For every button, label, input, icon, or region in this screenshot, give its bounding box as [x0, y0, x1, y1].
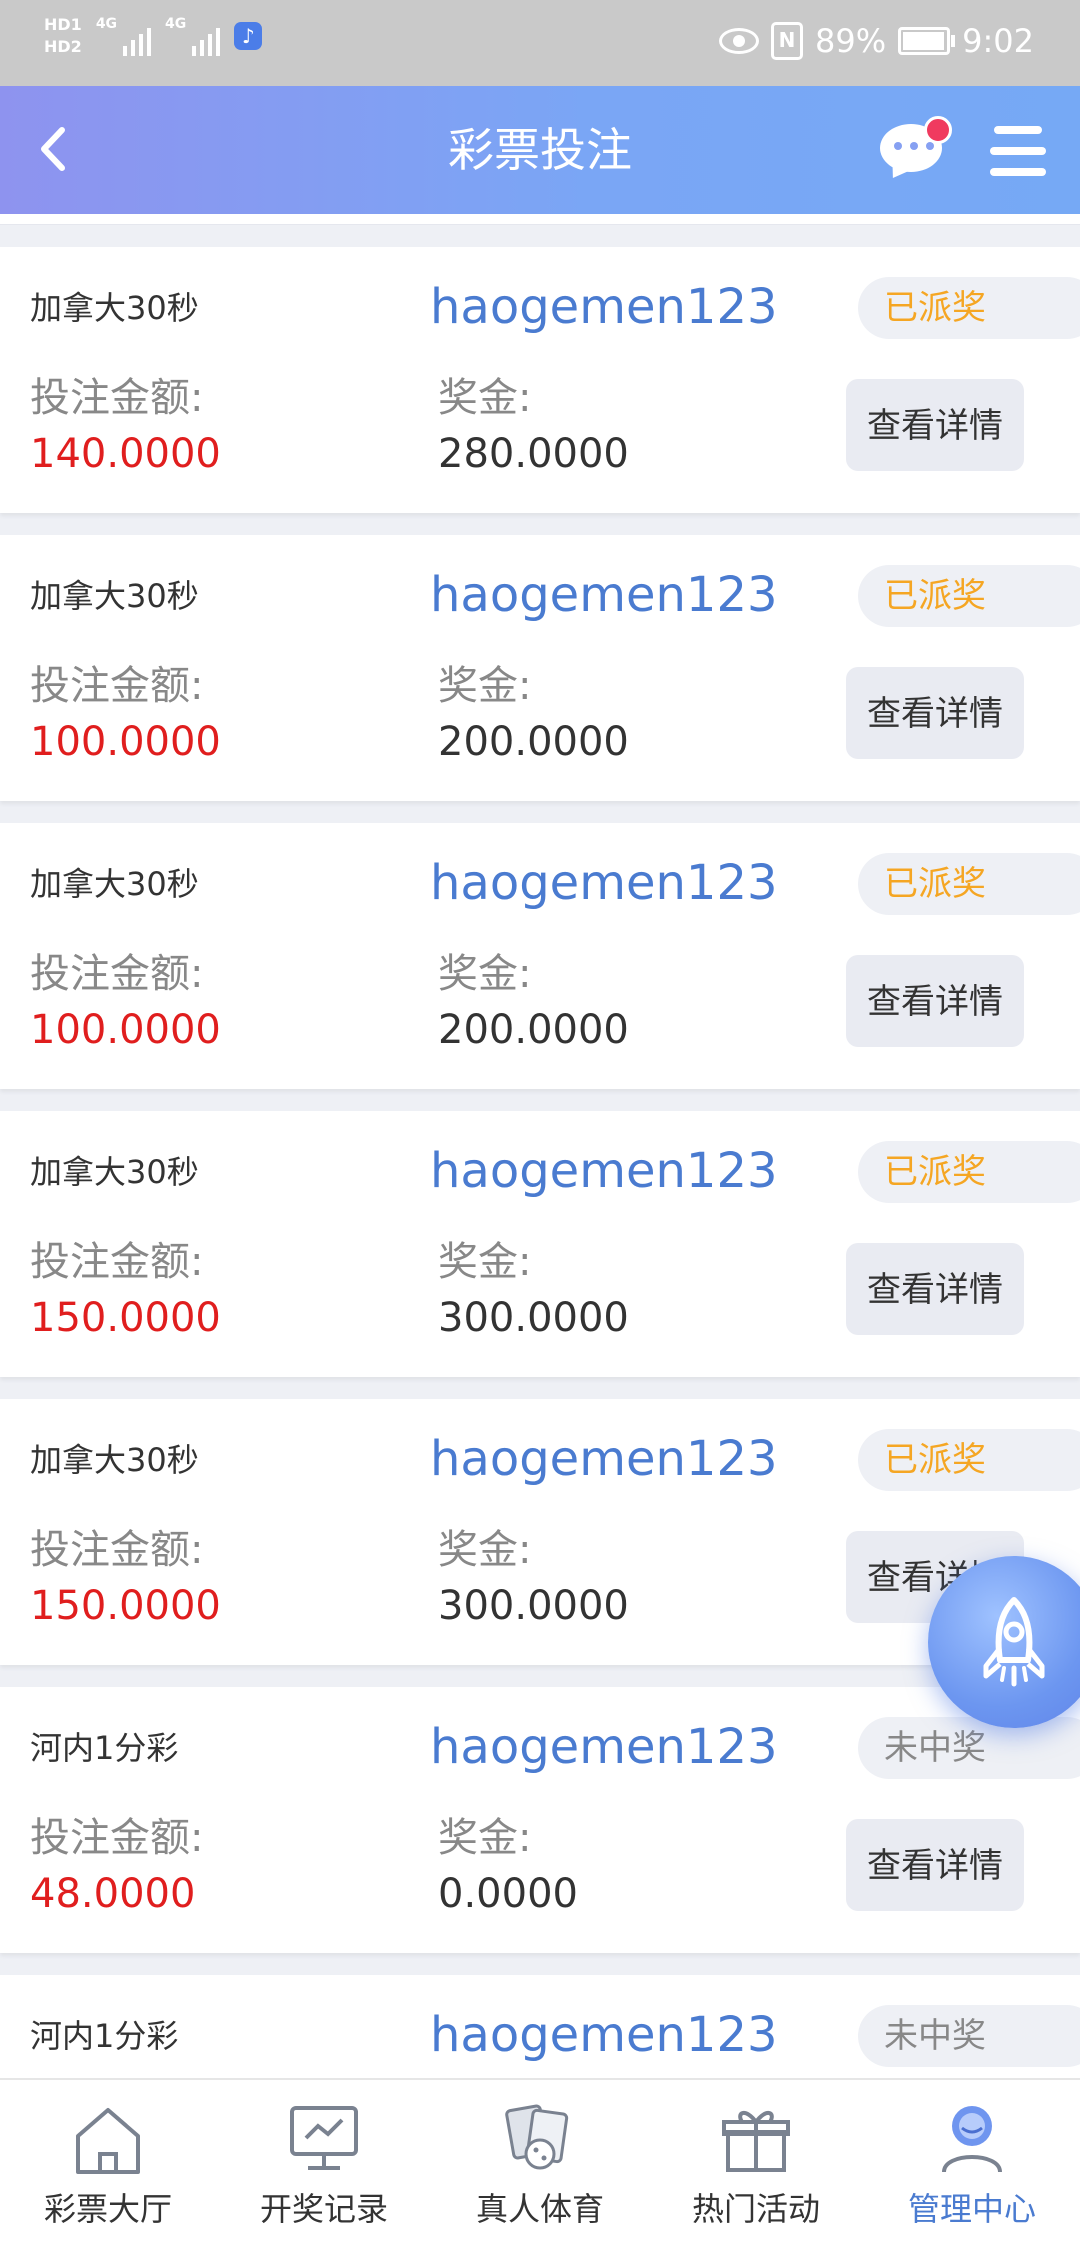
- eye-comfort-icon: [719, 28, 760, 54]
- lottery-name: 加拿大30秒: [30, 577, 199, 615]
- nav-lottery-hall[interactable]: 彩票大厅: [0, 2080, 216, 2246]
- bet-amount-value: 100.0000: [30, 1007, 221, 1053]
- rocket-icon: [983, 1597, 1045, 1687]
- status-badge: 已派奖: [858, 853, 1080, 915]
- bottom-nav: 彩票大厅 开奖记录 真人体育 热门活动 管理中心: [0, 2078, 1080, 2246]
- lottery-name: 加拿大30秒: [30, 289, 199, 327]
- view-details-button[interactable]: 查看详情: [846, 955, 1024, 1047]
- status-badge: 已派奖: [858, 565, 1080, 627]
- nav-hot-events[interactable]: 热门活动: [648, 2080, 864, 2246]
- nav-live-sports[interactable]: 真人体育: [432, 2080, 648, 2246]
- bet-card: 河内1分彩haogemen123未中奖投注金额:奖金:查看详情: [0, 1975, 1080, 2078]
- lottery-name: 加拿大30秒: [30, 1441, 199, 1479]
- status-bar: HD1 HD2 4G 4G ♪ N 89% 9:02: [0, 0, 1080, 86]
- bet-amount-value: 140.0000: [30, 431, 221, 477]
- bet-amount-value: 100.0000: [30, 719, 221, 765]
- nav-draw-history[interactable]: 开奖记录: [216, 2080, 432, 2246]
- bet-card: 加拿大30秒 haogemen123 已派奖投注金额: 100.0000 奖金: 200.…: [0, 535, 1080, 801]
- scroll-top-button[interactable]: [928, 1556, 1080, 1728]
- username: haogemen123: [430, 2007, 778, 2063]
- battery-icon: [898, 27, 956, 55]
- bet-amount-label: 投注金额:: [30, 1527, 204, 1573]
- prize-label: 奖金:: [438, 1527, 532, 1573]
- prize-value: 200.0000: [438, 719, 629, 765]
- username: haogemen123: [430, 1431, 778, 1487]
- nav-label: 开奖记录: [259, 2190, 388, 2228]
- bet-card: 加拿大30秒 haogemen123 已派奖投注金额: 140.0000 奖金: 280.…: [0, 247, 1080, 513]
- bet-amount-value: 150.0000: [30, 1295, 221, 1341]
- prize-value: 300.0000: [438, 1583, 629, 1629]
- nav-label: 真人体育: [475, 2190, 604, 2228]
- lottery-name: 加拿大30秒: [30, 1153, 199, 1191]
- nav-label: 管理中心: [907, 2190, 1036, 2228]
- bet-card: 加拿大30秒 haogemen123 已派奖投注金额: 150.0000 奖金: 300.…: [0, 1399, 1080, 1665]
- signal-icon: 4G: [165, 16, 221, 56]
- network-type-1: 4G: [95, 16, 118, 32]
- username: haogemen123: [430, 567, 778, 623]
- view-details-button[interactable]: 查看详情: [846, 667, 1024, 759]
- bet-amount-value: 48.0000: [30, 1871, 196, 1917]
- status-badge: 已派奖: [858, 1141, 1080, 1203]
- bet-amount-value: 150.0000: [30, 1583, 221, 1629]
- bet-card: 河内1分彩 haogemen123 未中奖 投注金额: 48.0000 奖金: 0.0000…: [0, 1687, 1080, 1953]
- lottery-name: 河内1分彩: [30, 2017, 179, 2055]
- gift-icon: [722, 2111, 790, 2172]
- lottery-name: 河内1分彩: [30, 1729, 179, 1767]
- hd2-label: HD2: [44, 37, 82, 56]
- monitor-chart-icon: [290, 2106, 358, 2170]
- music-app-icon: ♪: [234, 22, 263, 50]
- cards-dice-icon: [505, 2104, 569, 2170]
- prize-label: 奖金:: [438, 951, 532, 997]
- username: haogemen123: [430, 1719, 778, 1775]
- bet-amount-label: 投注金额:: [30, 951, 204, 997]
- clock: 9:02: [962, 22, 1034, 60]
- view-details-button[interactable]: 查看详情: [846, 1243, 1024, 1335]
- menu-button[interactable]: [990, 126, 1046, 176]
- bet-amount-label: 投注金额:: [30, 1239, 204, 1285]
- hd-indicators: HD1 HD2: [44, 14, 82, 58]
- user-center-icon: [942, 2106, 1002, 2173]
- prize-value: 0.0000: [438, 1871, 578, 1917]
- prize-value: 300.0000: [438, 1295, 629, 1341]
- app-header: 彩票投注: [0, 86, 1080, 214]
- home-icon: [76, 2108, 140, 2174]
- prize-label: 奖金:: [438, 663, 532, 709]
- messages-button[interactable]: [880, 116, 952, 184]
- view-details-button[interactable]: 查看详情: [846, 379, 1024, 471]
- nav-management-center[interactable]: 管理中心: [864, 2080, 1080, 2246]
- bet-card: 加拿大30秒 haogemen123 已派奖投注金额: 150.0000 奖金: 300.…: [0, 1111, 1080, 1377]
- prize-label: 奖金:: [438, 1239, 532, 1285]
- bet-amount-label: 投注金额:: [30, 1815, 204, 1861]
- hd1-label: HD1: [44, 15, 82, 34]
- nav-label: 彩票大厅: [43, 2190, 172, 2228]
- status-badge: 已派奖: [858, 1429, 1080, 1491]
- nfc-icon: N: [771, 22, 804, 60]
- username: haogemen123: [430, 855, 778, 911]
- bet-amount-label: 投注金额:: [30, 663, 204, 709]
- bet-list: 加拿大30秒 haogemen123 已派奖 投注金额: 140.0000 奖金: 280.…: [0, 214, 1080, 2078]
- network-type-2: 4G: [165, 16, 187, 32]
- lottery-name: 加拿大30秒: [30, 865, 199, 903]
- prize-value: 200.0000: [438, 1007, 629, 1053]
- battery-percent: 89%: [815, 22, 887, 60]
- username: haogemen123: [430, 1143, 778, 1199]
- prize-value: 280.0000: [438, 431, 629, 477]
- status-badge: 未中奖: [858, 2005, 1080, 2067]
- status-badge: 已派奖: [858, 277, 1080, 339]
- notification-badge: [924, 116, 952, 144]
- bet-card: 加拿大30秒 haogemen123 已派奖投注金额: 100.0000 奖金: 200.…: [0, 823, 1080, 1089]
- prize-label: 奖金:: [438, 1815, 532, 1861]
- bet-amount-label: 投注金额:: [30, 375, 204, 421]
- prize-label: 奖金:: [438, 375, 532, 421]
- view-details-button[interactable]: 查看详情: [846, 1819, 1024, 1911]
- nav-label: 热门活动: [691, 2190, 820, 2228]
- signal-icon: 4G: [95, 16, 152, 56]
- username: haogemen123: [430, 279, 778, 335]
- list-top-edge: [0, 214, 1080, 225]
